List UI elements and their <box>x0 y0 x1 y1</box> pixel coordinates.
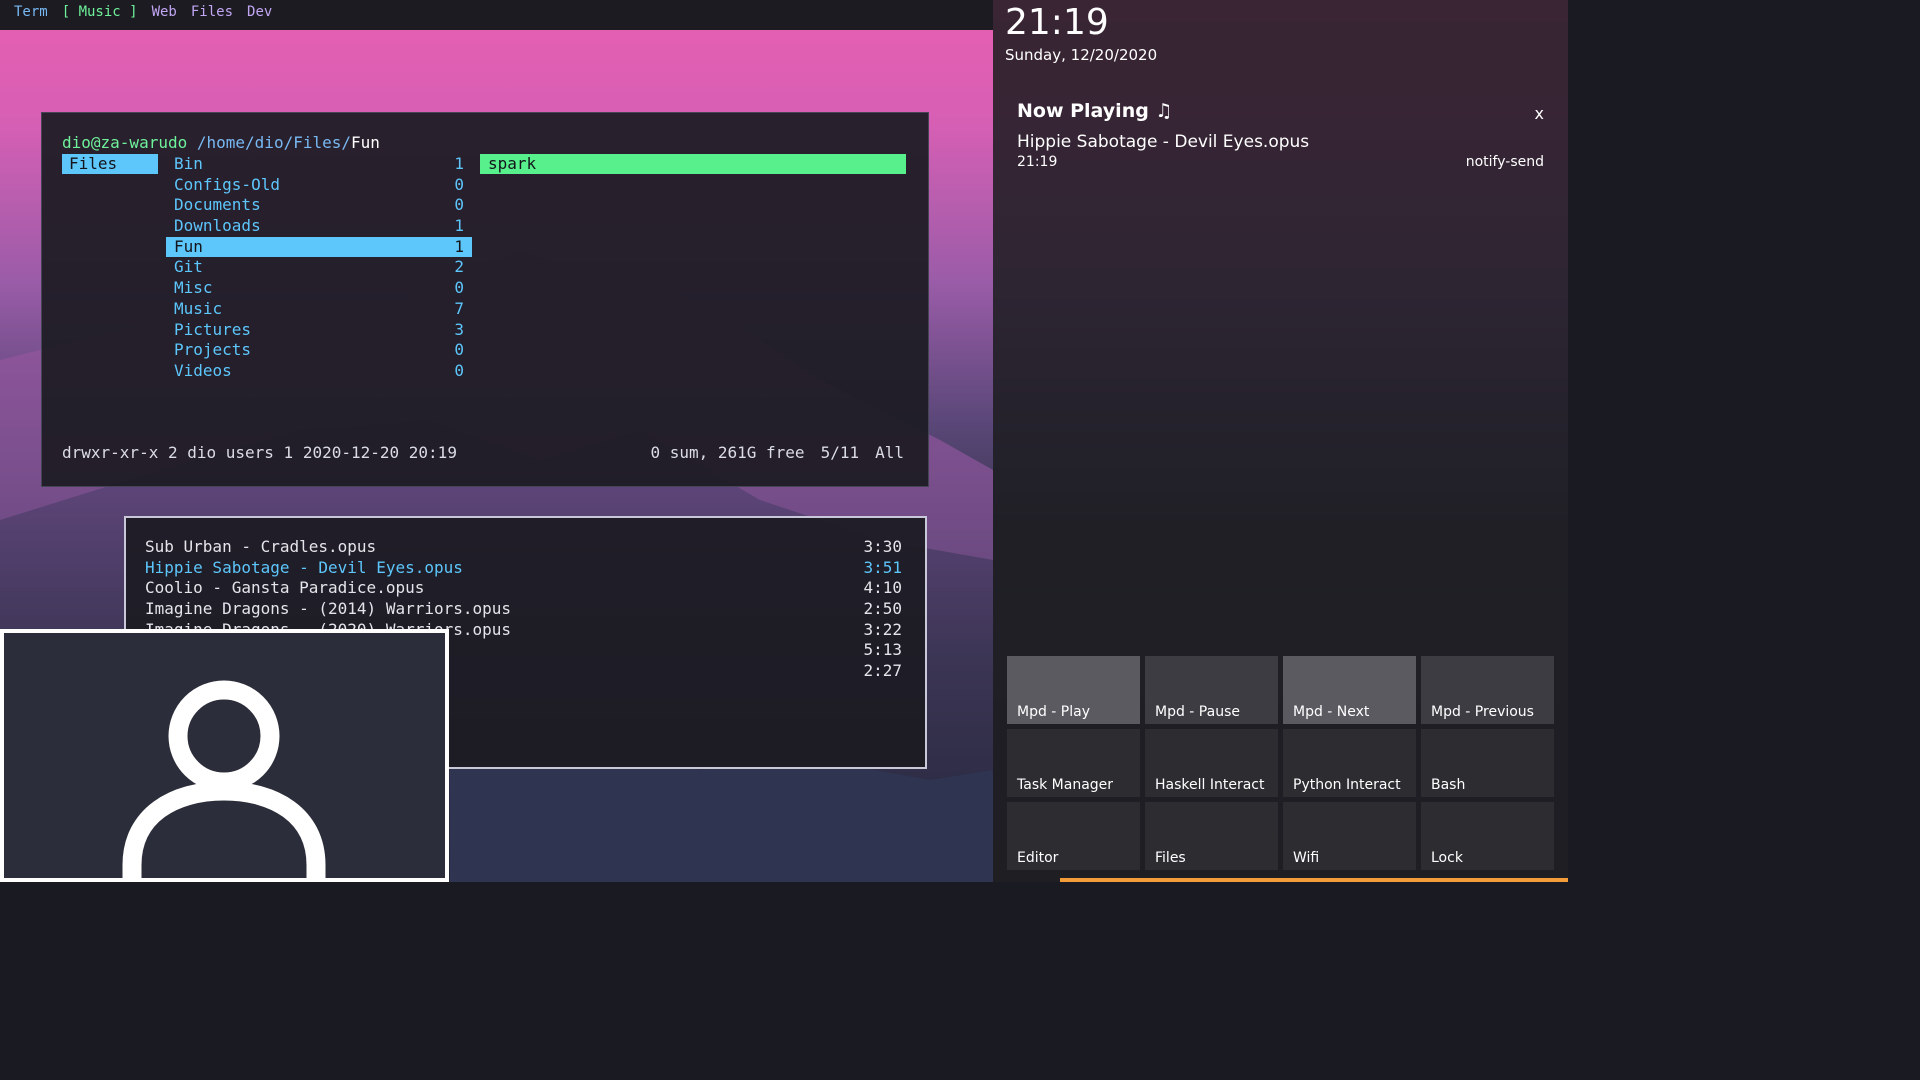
directory-name: Music <box>174 298 223 318</box>
directory-count: 7 <box>454 298 464 318</box>
user-avatar-window[interactable] <box>0 629 449 882</box>
track-duration: 5:13 <box>863 640 902 660</box>
directory-count: 2 <box>454 257 464 277</box>
track-title: Hippie Sabotage - Devil Eyes.opus <box>145 557 463 577</box>
notification-app: notify-send <box>1465 154 1544 170</box>
directory-name: Fun <box>174 236 203 256</box>
directory-row[interactable]: Misc 0 <box>166 278 472 299</box>
directory-count: 1 <box>454 216 464 236</box>
lock-button[interactable]: Lock <box>1421 802 1554 870</box>
haskell-interact-button[interactable]: Haskell Interact <box>1145 729 1278 797</box>
directory-row[interactable]: Configs-Old 0 <box>166 175 472 196</box>
workspace-files[interactable]: Files <box>184 0 240 30</box>
bash-button[interactable]: Bash <box>1421 729 1554 797</box>
position-indicator: 5/11 <box>820 443 860 462</box>
directory-name: Projects <box>174 340 252 360</box>
notification-time: 21:19 <box>1017 154 1058 170</box>
file-manager-status: 0 sum, 261G free 5/11 All <box>650 443 904 464</box>
mpd-pause-button[interactable]: Mpd - Pause <box>1145 656 1278 724</box>
user-host: dio@za-warudo <box>62 133 188 152</box>
notification-card[interactable]: Now Playing ♫ x Hippie Sabotage - Devil … <box>1017 100 1544 170</box>
directory-count: 0 <box>454 278 464 298</box>
directory-name: Configs-Old <box>174 174 280 194</box>
workspace-web[interactable]: Web <box>145 0 184 30</box>
parent-directory-entry[interactable]: Files <box>62 154 158 174</box>
mpd-previous-button[interactable]: Mpd - Previous <box>1421 656 1554 724</box>
directory-count: 3 <box>454 319 464 339</box>
quick-action-grid: Mpd - Play Mpd - Pause Mpd - Next Mpd - … <box>1007 656 1554 870</box>
track-duration: 3:30 <box>863 537 902 556</box>
clock-time: 21:19 <box>1005 2 1109 43</box>
track-title: Imagine Dragons - (2014) Warriors.opus <box>145 599 512 619</box>
workspace-music[interactable]: [ Music ] <box>55 0 145 30</box>
workspace-bar: Term [ Music ] Web Files Dev <box>0 0 993 30</box>
directory-count: 1 <box>454 236 464 256</box>
track-duration: 2:50 <box>863 599 902 619</box>
file-permissions-status: drwxr-xr-x 2 dio users 1 2020-12-20 20:1… <box>62 443 457 462</box>
editor-button[interactable]: Editor <box>1007 802 1140 870</box>
directory-name: Downloads <box>174 216 261 236</box>
directory-count: 0 <box>454 195 464 215</box>
files-button[interactable]: Files <box>1145 802 1278 870</box>
track-title: Sub Urban - Cradles.opus <box>145 537 377 556</box>
workspace-term[interactable]: Term <box>14 0 55 30</box>
path-directories: /home/dio/Files/ <box>196 133 351 152</box>
track-duration: 3:51 <box>863 557 902 577</box>
avatar-canvas <box>4 633 445 878</box>
workspace-dev[interactable]: Dev <box>240 0 279 30</box>
notification-title: Now Playing ♫ <box>1017 100 1173 122</box>
track-duration: 2:27 <box>863 661 902 681</box>
user-icon <box>122 680 326 878</box>
directory-row[interactable]: Pictures 3 <box>166 320 472 341</box>
mpd-next-button[interactable]: Mpd - Next <box>1283 656 1416 724</box>
directory-row[interactable]: Downloads 1 <box>166 216 472 237</box>
disk-usage: 0 sum, 261G free <box>650 443 805 462</box>
path-current: Fun <box>351 133 380 152</box>
clock-date: Sunday, 12/20/2020 <box>1005 46 1158 64</box>
directory-row-selected[interactable]: Fun 1 <box>166 236 472 258</box>
directory-row[interactable]: Bin 1 <box>166 154 472 175</box>
playlist-row[interactable]: Sub Urban - Cradles.opus 3:30 <box>145 537 902 558</box>
directory-count: 0 <box>454 174 464 194</box>
close-icon[interactable]: x <box>1535 104 1544 123</box>
playlist-row[interactable]: Coolio - Gansta Paradice.opus 4:10 <box>145 578 902 599</box>
track-duration: 3:22 <box>863 619 902 639</box>
scroll-indicator: All <box>875 443 904 462</box>
wifi-button[interactable]: Wifi <box>1283 802 1416 870</box>
directory-list: Bin 1 Configs-Old 0 Documents 0 Downloads 1 … <box>166 154 472 382</box>
mpd-play-button[interactable]: Mpd - Play <box>1007 656 1140 724</box>
directory-name: Git <box>174 257 203 277</box>
file-manager-window[interactable]: dio@za-warudo /home/dio/Files/Fun Files … <box>41 112 929 487</box>
directory-count: 1 <box>454 154 464 173</box>
directory-row[interactable]: Videos 0 <box>166 361 472 382</box>
notification-sidebar: 21:19 Sunday, 12/20/2020 Now Playing ♫ x… <box>993 0 1568 882</box>
directory-count: 0 <box>454 340 464 360</box>
directory-row[interactable]: Music 7 <box>166 299 472 320</box>
directory-row[interactable]: Documents 0 <box>166 195 472 216</box>
directory-name: Pictures <box>174 319 252 339</box>
directory-row[interactable]: Git 2 <box>166 257 472 278</box>
directory-name: Documents <box>174 195 261 215</box>
preview-entry[interactable]: spark <box>480 154 906 174</box>
directory-row[interactable]: Projects 0 <box>166 340 472 361</box>
file-manager-path: dio@za-warudo /home/dio/Files/Fun <box>62 133 380 154</box>
playlist-row-playing[interactable]: Hippie Sabotage - Devil Eyes.opus 3:51 <box>145 558 902 579</box>
python-interact-button[interactable]: Python Interact <box>1283 729 1416 797</box>
track-title: Coolio - Gansta Paradice.opus <box>145 578 425 598</box>
track-duration: 4:10 <box>863 578 902 598</box>
directory-name: Misc <box>174 278 213 298</box>
task-manager-button[interactable]: Task Manager <box>1007 729 1140 797</box>
directory-name: Videos <box>174 360 232 380</box>
notification-body: Hippie Sabotage - Devil Eyes.opus <box>1017 132 1310 152</box>
directory-count: 0 <box>454 360 464 380</box>
directory-name: Bin <box>174 154 203 173</box>
playlist-row[interactable]: Imagine Dragons - (2014) Warriors.opus 2:… <box>145 599 902 620</box>
bottom-accent-bar <box>1060 878 1568 882</box>
